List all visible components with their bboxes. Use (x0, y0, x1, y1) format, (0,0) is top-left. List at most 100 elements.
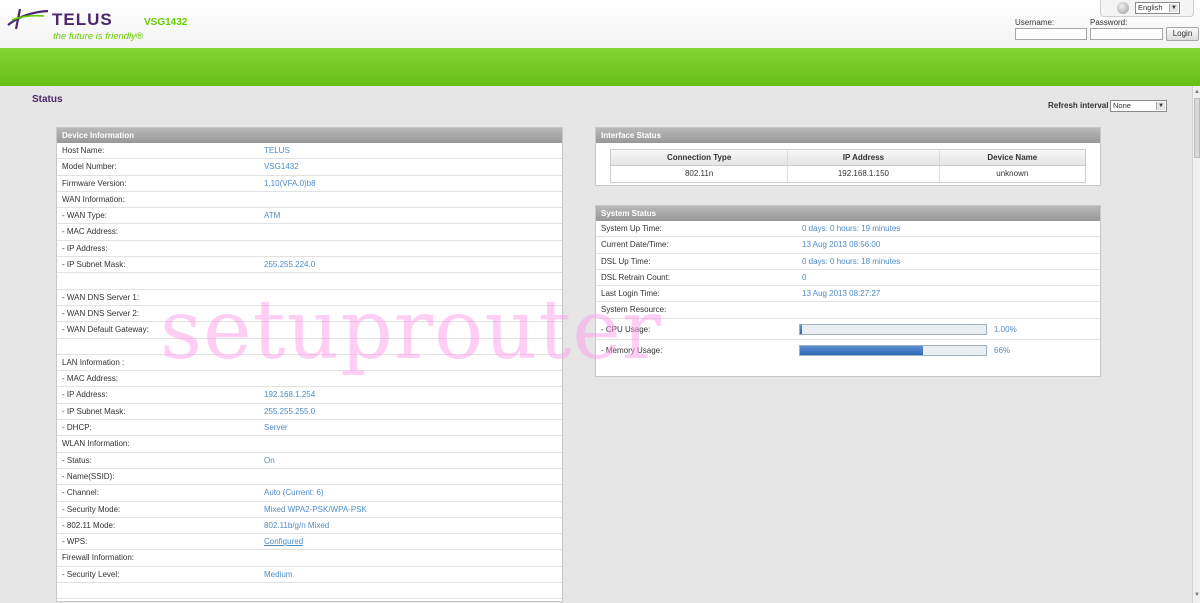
refresh-interval-value: None (1113, 101, 1131, 110)
row-value: On (264, 455, 275, 465)
list-item: - Security Level: Medium (57, 567, 562, 584)
list-item: Host Name: TELUS (57, 143, 562, 160)
row-value: Auto (Current: 6) (264, 488, 324, 498)
row-label: - 802.11 Mode: (62, 520, 116, 530)
row-value: 0 days: 0 hours: 19 minutes (802, 224, 901, 233)
list-item: - MAC Address: (57, 371, 562, 388)
panel-title: System Status (596, 206, 1100, 221)
list-item: - DHCP: Server (57, 420, 562, 437)
row-label: WLAN Information: (62, 439, 130, 449)
list-item: Model Number: VSG1432 (57, 159, 562, 176)
interface-status-panel: Interface Status Connection Type IP Addr… (595, 127, 1101, 186)
username-label: Username: (1015, 18, 1055, 27)
list-item: - MAC Address: (57, 224, 562, 241)
login-button[interactable]: Login (1166, 27, 1199, 41)
cpu-usage-row: - CPU Usage: 1.00% (596, 319, 1100, 340)
row-label: - IP Address: (62, 243, 108, 253)
list-item: - IP Address: 192.168.1.254 (57, 387, 562, 404)
row-label: - Status: (62, 455, 92, 465)
row-label: - WAN DNS Server 2: (62, 308, 140, 318)
row-value: 0 (802, 272, 807, 282)
row-label: - Security Level: (62, 569, 120, 579)
row-label: DSL Up Time: (601, 256, 651, 266)
table-cell: 192.168.1.150 (788, 166, 940, 182)
row-label: - IP Subnet Mask: (62, 406, 126, 416)
row-label: Firewall Information: (62, 553, 135, 563)
list-item: WLAN Information: (57, 436, 562, 453)
list-item: - Name(SSID): (57, 469, 562, 486)
chevron-down-icon: ▼ (1156, 102, 1165, 110)
row-label: Current Date/Time: (601, 240, 669, 250)
list-item: LAN Information : (57, 355, 562, 372)
cpu-usage-bar (799, 323, 987, 335)
cpu-usage-value: 1.00% (994, 324, 1017, 334)
list-item: Last Login Time: 13 Aug 2013 08:27:27 (596, 286, 1100, 303)
scrollbar[interactable]: ▲ ▼ (1192, 86, 1200, 603)
list-item: System Resource: (596, 302, 1100, 319)
row-label: DSL Retrain Count: (601, 272, 671, 282)
list-item: - WPS: Configured (57, 534, 562, 551)
chevron-down-icon: ▼ (1169, 4, 1178, 12)
scrollbar-thumb[interactable] (1194, 98, 1200, 158)
scroll-up-icon[interactable]: ▲ (1194, 88, 1200, 96)
device-information-list: Host Name: TELUS Model Number: VSG1432 Firmw… (57, 143, 562, 600)
list-item: Firewall Information: (57, 550, 562, 567)
list-item: - Channel: Auto (Current: 6) (57, 485, 562, 502)
system-status-panel: System Status System Up Time: 0 days: 0 h… (595, 205, 1101, 377)
row-value: ATM (264, 211, 281, 221)
nav-bar (0, 48, 1200, 86)
password-input[interactable] (1090, 28, 1163, 40)
language-value: English (1138, 3, 1163, 12)
list-item: - 802.11 Mode: 802.11b/g/n Mixed (57, 518, 562, 535)
globe-icon (1117, 2, 1129, 14)
username-input[interactable] (1015, 28, 1087, 40)
cpu-usage-label: - CPU Usage: (601, 324, 651, 334)
list-item: DSL Up Time: 0 days: 0 hours: 18 minutes (596, 254, 1100, 270)
system-status-list: System Up Time: 0 days: 0 hours: 19 minut… (596, 221, 1100, 319)
list-item: Current Date/Time: 13 Aug 2013 08:56:00 (596, 237, 1100, 254)
row-value: VSG1432 (264, 162, 299, 172)
list-item (57, 273, 562, 290)
password-label: Password: (1090, 18, 1128, 27)
list-item: WAN Information: (57, 192, 562, 209)
memory-usage-row: - Memory Usage: 66% (596, 340, 1100, 361)
row-label: - MAC Address: (62, 374, 119, 384)
memory-usage-bar-fill (800, 345, 923, 355)
row-label: - IP Address: (62, 390, 108, 400)
column-ip-address: IP Address (788, 150, 940, 165)
row-label: - WAN DNS Server 1: (62, 292, 140, 302)
list-item: - IP Subnet Mask: 255.255.224.0 (57, 257, 562, 274)
row-label: Last Login Time: (601, 289, 660, 299)
refresh-interval-select[interactable]: None ▼ (1110, 100, 1167, 112)
row-label: Firmware Version: (62, 178, 127, 188)
telus-logo[interactable]: TELUS the future is friendly® (6, 5, 156, 42)
row-value: 13 Aug 2013 08:27:27 (802, 289, 881, 299)
memory-usage-value: 66% (994, 345, 1011, 355)
row-label: - MAC Address: (62, 227, 119, 237)
list-item: - WAN DNS Server 2: (57, 306, 562, 323)
tagline: the future is friendly® (53, 31, 143, 42)
column-connection-type: Connection Type (611, 150, 789, 165)
refresh-interval-label: Refresh interval : (1048, 101, 1114, 110)
list-item: - WAN Type: ATM (57, 208, 562, 225)
telus-logo-icon (7, 8, 49, 30)
table-header: Connection Type IP Address Device Name (611, 150, 1085, 166)
list-item: Firmware Version: 1.10(VFA.0)b8 (57, 176, 562, 192)
scroll-down-icon[interactable]: ▼ (1194, 591, 1200, 599)
row-value: 13 Aug 2013 08:56:00 (802, 240, 881, 250)
language-select[interactable]: English ▼ (1135, 2, 1180, 14)
row-value[interactable]: Configured (264, 534, 303, 550)
row-label: System Up Time: (601, 224, 662, 233)
row-label: Model Number: (62, 162, 117, 172)
page-title: Status (32, 94, 63, 105)
list-item: - Security Mode: Mixed WPA2-PSK/WPA-PSK (57, 502, 562, 518)
memory-usage-bar (799, 344, 987, 356)
list-item (57, 339, 562, 355)
row-label: Host Name: (62, 146, 105, 155)
row-label: - Name(SSID): (62, 471, 115, 481)
list-item: - WAN DNS Server 1: (57, 290, 562, 306)
logo-wordmark: TELUS (52, 10, 113, 29)
row-value: 0 days: 0 hours: 18 minutes (802, 256, 901, 266)
table-cell: unknown (996, 169, 1029, 178)
model-name: VSG1432 (144, 17, 188, 28)
